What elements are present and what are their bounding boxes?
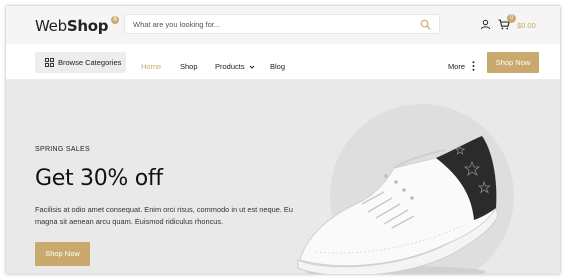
- hero-description: Facilisis at odio amet consequat. Enim o…: [35, 205, 293, 226]
- main-nav: Browse Categories Home Shop Products Blo…: [6, 44, 560, 80]
- kebab-icon[interactable]: [472, 61, 475, 71]
- logo-badge: 8: [111, 16, 119, 24]
- logo-bold: Shop: [66, 17, 109, 35]
- nav-products-label: Products: [215, 62, 245, 71]
- nav-more[interactable]: More: [448, 62, 465, 71]
- cart-total[interactable]: $0.00: [517, 21, 536, 30]
- logo[interactable]: WebShop 8: [35, 16, 119, 35]
- nav-products[interactable]: Products: [215, 62, 255, 71]
- hero-kicker: SPRING SALES: [35, 146, 90, 153]
- cart-count-badge: 0: [507, 14, 516, 23]
- logo-prefix: Web: [35, 17, 67, 35]
- search-input[interactable]: [133, 18, 413, 31]
- page-frame: WebShop 8 0 $0.00: [6, 6, 560, 274]
- hero-banner: SPRING SALES Get 30% off Facilisis at od…: [6, 80, 560, 274]
- nav-home[interactable]: Home: [141, 62, 161, 71]
- search-icon[interactable]: [420, 19, 431, 30]
- nav-shop[interactable]: Shop: [180, 62, 198, 71]
- browse-categories-button[interactable]: Browse Categories: [35, 52, 126, 73]
- sneaker-image: [297, 135, 499, 274]
- nav-blog[interactable]: Blog: [270, 62, 285, 71]
- nav-shop-now-button[interactable]: Shop Now: [487, 52, 539, 73]
- search-bar: [124, 14, 440, 34]
- top-header: WebShop 8 0 $0.00: [6, 6, 560, 44]
- hero-headline: Get 30% off: [35, 166, 163, 191]
- browse-categories-label: Browse Categories: [58, 58, 122, 67]
- hero-shop-now-button[interactable]: Shop Now: [35, 242, 90, 266]
- grid-icon: [45, 58, 54, 67]
- chevron-down-icon: [249, 65, 255, 69]
- user-icon[interactable]: [480, 19, 491, 30]
